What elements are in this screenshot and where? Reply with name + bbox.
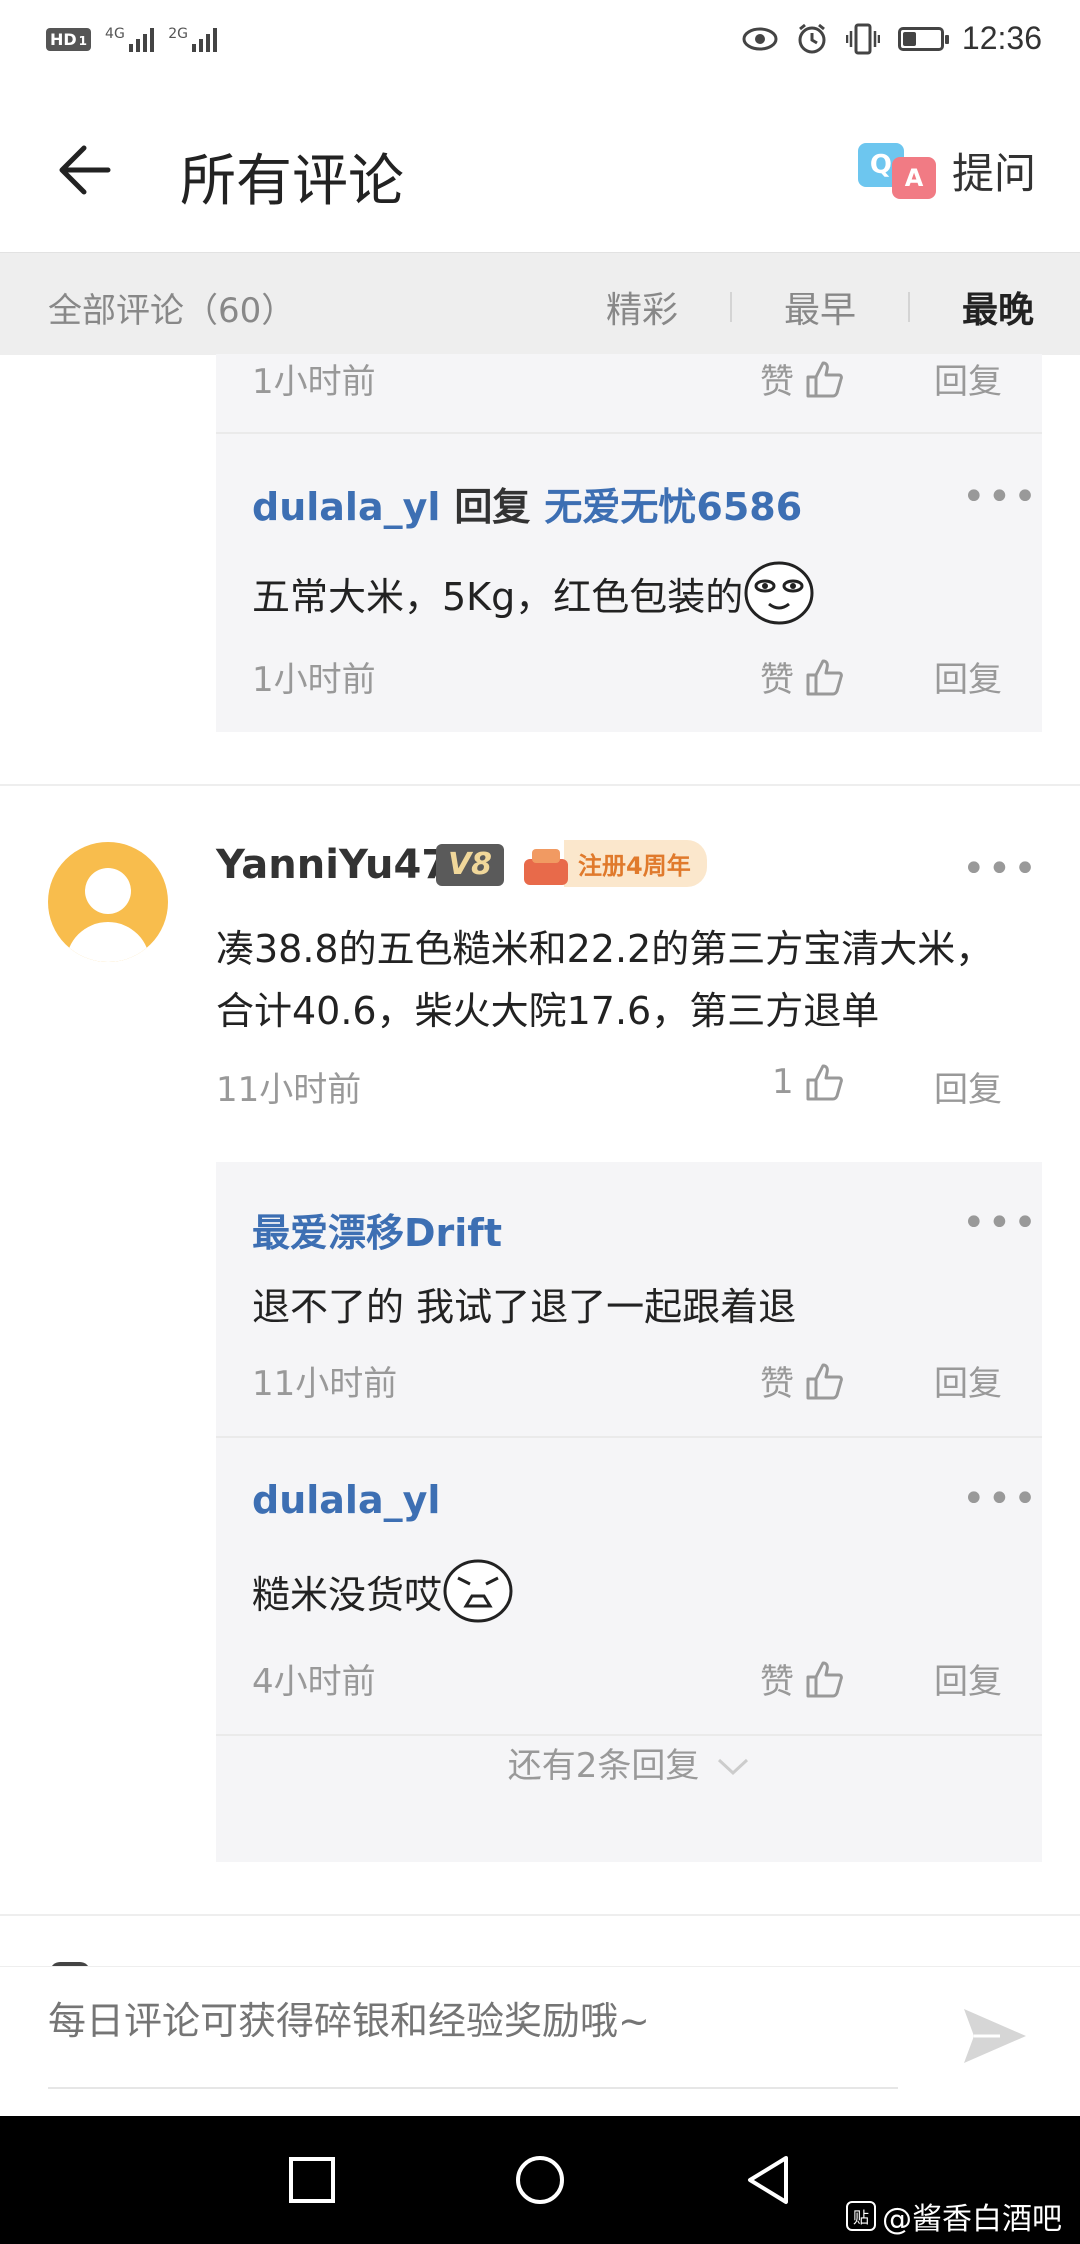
all-comments-count: 全部评论（60） [48,291,296,331]
ask-label: 提问 [951,149,1036,198]
level-badge: V8 [436,844,504,886]
back-arrow-icon[interactable] [56,144,112,196]
comment-input[interactable] [48,1999,898,2043]
clock: 12:36 [961,20,1042,56]
comment-text: 凑38.8的五色糙米和22.2的第三方宝清大米，合计40.6，柴火大院17.6，… [216,927,994,1033]
battery-icon [897,26,949,51]
like-button[interactable]: 赞 [760,652,844,701]
sort-tabs: 精彩 最早 最晚 [554,281,1034,333]
more-options-icon[interactable]: ••• [962,1200,1039,1246]
like-button[interactable]: 赞 [760,1356,844,1405]
cake-icon [520,841,570,887]
like-button[interactable]: 赞 [760,1654,844,1703]
thumbs-up-icon [806,1363,843,1399]
more-options-icon[interactable]: ••• [962,474,1039,520]
send-icon[interactable] [960,2003,1030,2069]
avatar[interactable] [48,842,168,962]
more-replies-link[interactable]: 还有2条回复 [216,1738,1042,1787]
more-options-icon[interactable]: ••• [962,846,1039,892]
reply-button[interactable]: 回复 [934,354,1002,403]
comment-input-bar [0,1966,1080,2117]
like-count: 1 [772,1062,794,1102]
thumbs-up-icon [806,1064,843,1101]
comment-divider [0,1914,1080,1916]
watermark: 贴 @酱香白酒吧 [846,2194,1062,2238]
reply-text: 退不了的 我试了退了一起跟着退 [252,1285,797,1329]
comment-time: 11小时前 [216,1070,362,1110]
thumbs-up-icon [806,1661,843,1697]
sort-tab-latest[interactable]: 最晚 [910,281,1034,333]
vibrate-icon [845,23,880,54]
back-triangle-icon[interactable] [742,2154,794,2206]
divider [216,432,1042,434]
reply-time: 1小时前 [252,660,376,700]
reply-button[interactable]: 回复 [934,1654,1002,1703]
like-button[interactable]: 赞 [760,354,844,403]
tieba-logo-icon: 贴 [846,2201,876,2231]
reply-time: 4小时前 [252,1662,376,1702]
hd-icon: HD 1 [46,27,92,51]
sort-tab-earliest[interactable]: 最早 [732,281,908,333]
smirk-emoji-icon [744,561,814,625]
reply-word: 回复 [454,485,531,529]
qa-icon: Q A [857,142,938,199]
divider [216,1734,1042,1736]
reply-username[interactable]: dulala_yl [252,485,440,529]
sad-emoji-icon [443,1559,513,1623]
thumbs-up-icon [806,361,843,397]
reply-header: dulala_yl [252,1478,440,1522]
sort-tab-featured[interactable]: 精彩 [554,281,730,333]
reply-text: 五常大米，5Kg，红色包装的 [252,560,815,626]
comment-filter-bar: 全部评论（60） 精彩 最早 最晚 [0,252,1080,355]
reply-header: 最爱漂移Drift [252,1202,502,1257]
signal-2g-icon: 2G [168,26,218,52]
signal-4g-icon: 4G [105,26,155,52]
reply-header: dulala_yl 回复 无爱无忧6586 [252,476,802,531]
reply-button[interactable]: 回复 [934,1062,1002,1111]
system-navigation-bar: 贴 @酱香白酒吧 [0,2116,1080,2244]
chevron-down-icon [718,1758,749,1776]
page-title: 所有评论 [180,149,404,214]
reply-button[interactable]: 回复 [934,1356,1002,1405]
eye-icon [742,27,778,50]
reply-to-username[interactable]: 无爱无忧6586 [544,485,802,529]
thumbs-up-icon [806,659,843,695]
reply-text: 糙米没货哎 [252,1558,514,1624]
reply-username[interactable]: 最爱漂移Drift [252,1211,502,1255]
reply-username[interactable]: dulala_yl [252,1478,440,1522]
divider [216,1436,1042,1438]
reply-button[interactable]: 回复 [934,652,1002,701]
anniversary-badge: 注册4周年 [520,840,707,887]
ask-question-button[interactable]: Q A 提问 [857,140,1036,201]
more-options-icon[interactable]: ••• [962,1476,1039,1522]
reply-block: 1小时前 赞 回复 dulala_yl 回复 无爱无忧6586 ••• 五常大米，5… [216,354,1042,732]
recent-apps-icon[interactable] [286,2154,338,2206]
top-app-bar: 所有评论 Q A 提问 [0,84,1080,252]
comment-divider [0,784,1080,786]
reply-time: 11小时前 [252,1364,398,1404]
input-underline [48,2087,898,2089]
reply-time: 1小时前 [252,362,376,402]
home-icon[interactable] [514,2154,566,2206]
like-button[interactable]: 1 [772,1062,844,1102]
comment-username[interactable]: YanniYu47 [216,842,449,888]
alarm-icon [798,23,826,53]
status-bar: HD 1 4G 2G 12:36 [0,0,1080,84]
